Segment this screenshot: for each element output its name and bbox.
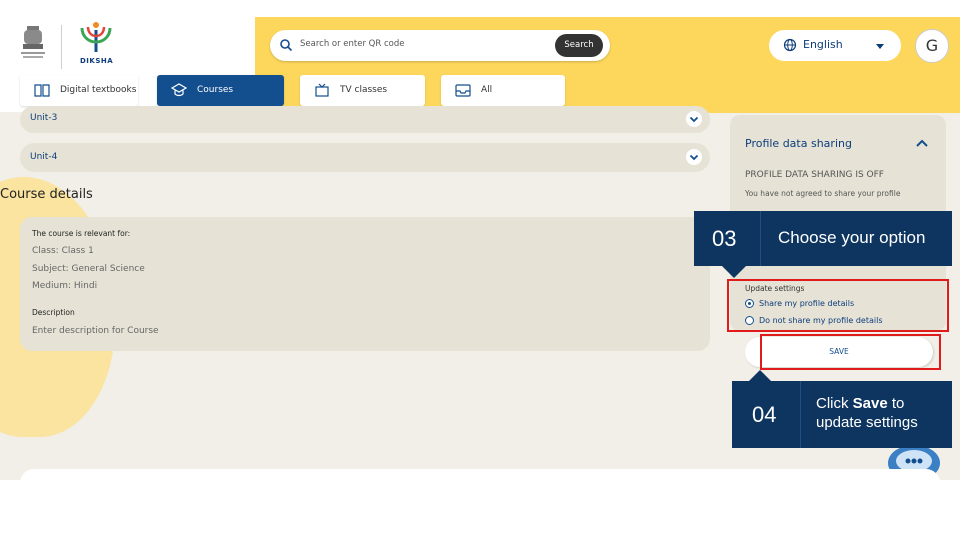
tab-label: Courses (197, 85, 234, 95)
logo-divider (61, 25, 62, 69)
description-value: Enter description for Course (32, 326, 159, 336)
language-label: English (803, 38, 843, 51)
diksha-logo-icon[interactable] (74, 20, 118, 56)
caret-down-icon (876, 44, 884, 49)
unit-label: Unit-4 (30, 152, 58, 162)
tab-all[interactable]: All (441, 75, 565, 106)
tv-icon (315, 83, 329, 97)
book-icon (34, 84, 50, 97)
step-number: 04 (752, 402, 777, 427)
search-input[interactable]: Search or enter QR code (300, 39, 404, 49)
unit-4-accordion[interactable]: Unit-4 (20, 143, 710, 172)
language-dropdown[interactable]: English (769, 30, 901, 61)
callout-step-03: 03 Choose your option (694, 211, 952, 266)
unit-label: Unit-3 (30, 113, 58, 123)
save-highlight-box (760, 334, 941, 370)
graduation-cap-icon (171, 83, 187, 97)
course-details-card: The course is relevant for: Class: Class… (20, 217, 710, 351)
step-text: Click Save to update settings (816, 394, 946, 432)
national-emblem-icon (21, 26, 45, 58)
globe-icon (783, 38, 797, 52)
sharing-status: PROFILE DATA SHARING IS OFF (745, 170, 884, 180)
chevron-up-icon[interactable] (916, 139, 928, 147)
course-details-title: Course details (0, 187, 93, 202)
tab-label: TV classes (340, 85, 388, 95)
bottom-content-card (20, 469, 940, 480)
chevron-down-icon[interactable] (686, 149, 702, 165)
step-text-bold: Save (852, 395, 888, 412)
class-value: Class: Class 1 (32, 246, 94, 256)
inbox-icon (455, 84, 471, 97)
diksha-logo-text: DIKSHA (80, 57, 114, 65)
search-icon (280, 39, 293, 52)
sharing-description: You have not agreed to share your profil… (745, 189, 901, 198)
tab-label: Digital textbooks (60, 85, 137, 95)
callout-step-04: 04 Click Save to update settings (732, 381, 952, 448)
chevron-down-icon[interactable] (686, 111, 702, 127)
profile-sharing-title: Profile data sharing (745, 137, 852, 150)
medium-value: Medium: Hindi (32, 281, 98, 291)
callout-divider (760, 211, 761, 266)
subject-value: Subject: General Science (32, 264, 145, 274)
step-number: 03 (712, 226, 737, 251)
tab-tv-classes[interactable]: TV classes (300, 75, 425, 106)
step-text: Choose your option (778, 228, 926, 247)
tab-digital-textbooks[interactable]: Digital textbooks (20, 75, 138, 106)
avatar[interactable]: G (915, 29, 949, 63)
step-text-part: Click (816, 395, 853, 412)
callout-pointer (722, 266, 746, 278)
relevant-for-label: The course is relevant for: (32, 229, 131, 238)
tab-label: All (481, 85, 493, 95)
tab-courses[interactable]: Courses (157, 75, 284, 106)
callout-divider (800, 381, 801, 448)
search-bar[interactable]: Search or enter QR code Search (270, 30, 610, 61)
search-button[interactable]: Search (555, 34, 603, 57)
unit-3-accordion[interactable]: Unit-3 (20, 106, 710, 133)
options-highlight-box (727, 279, 949, 332)
description-label: Description (32, 308, 75, 317)
